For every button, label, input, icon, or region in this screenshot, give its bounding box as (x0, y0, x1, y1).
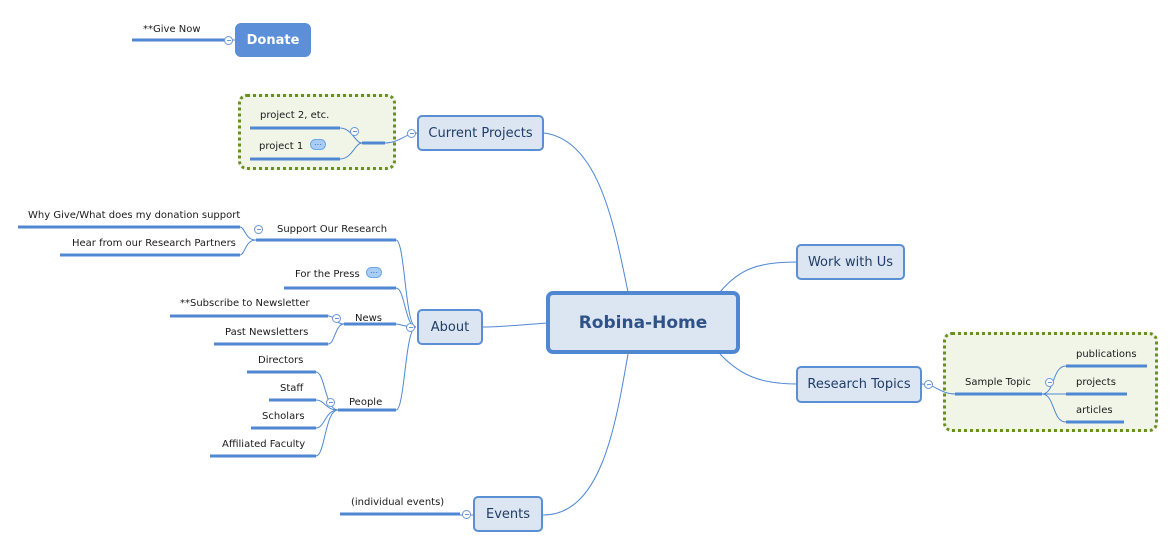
collapse-projects-group-icon[interactable] (350, 127, 359, 136)
projects-topic[interactable]: projects (1076, 377, 1116, 389)
boundary-current-projects[interactable] (238, 94, 396, 170)
research-partners-topic[interactable]: Hear from our Research Partners (72, 238, 236, 250)
link-about-support (395, 239, 417, 328)
project-1-topic[interactable]: project 1 (259, 141, 303, 153)
individual-events-topic[interactable]: (individual events) (351, 497, 444, 509)
current-projects-label: Current Projects (428, 125, 533, 141)
sample-topic[interactable]: Sample Topic (965, 377, 1031, 389)
link-events (542, 353, 629, 516)
connector-lines (18, 38, 1147, 516)
collapse-sample-topic-icon[interactable] (1045, 378, 1054, 387)
collapse-donate-icon[interactable] (224, 36, 233, 45)
link-about (482, 322, 548, 328)
project-1-note-icon[interactable]: … (310, 139, 326, 150)
about-label: About (430, 319, 470, 335)
collapse-news-icon[interactable] (332, 314, 341, 323)
events-topic[interactable]: Events (473, 496, 543, 532)
subscribe-newsletter-topic[interactable]: **Subscribe to Newsletter (180, 298, 310, 310)
collapse-support-icon[interactable] (254, 225, 263, 234)
why-give-topic[interactable]: Why Give/What does my donation support (28, 210, 240, 222)
project-2-topic[interactable]: project 2, etc. (260, 110, 329, 122)
directors-topic[interactable]: Directors (258, 355, 303, 367)
press-note-icon[interactable]: … (366, 267, 382, 278)
research-topics-topic[interactable]: Research Topics (796, 366, 922, 403)
affiliated-faculty-topic[interactable]: Affiliated Faculty (222, 439, 305, 451)
people-topic[interactable]: People (349, 397, 382, 409)
scholars-topic[interactable]: Scholars (262, 411, 305, 423)
collapse-people-icon[interactable] (326, 398, 335, 407)
events-label: Events (485, 506, 530, 522)
donate-topic[interactable]: Donate (235, 23, 311, 57)
about-topic[interactable]: About (417, 309, 483, 345)
past-newsletters-topic[interactable]: Past Newsletters (225, 327, 308, 339)
link-about-people (395, 326, 417, 411)
staff-topic[interactable]: Staff (280, 383, 303, 395)
support-our-research-topic[interactable]: Support Our Research (277, 224, 387, 236)
link-current-projects (543, 132, 629, 293)
research-topics-label: Research Topics (807, 377, 911, 392)
collapse-about-icon[interactable] (406, 323, 415, 332)
link-about-press (395, 287, 417, 328)
link-research-topics (719, 353, 798, 385)
current-projects-topic[interactable]: Current Projects (417, 115, 544, 151)
collapse-current-projects-icon[interactable] (407, 129, 416, 138)
articles-topic[interactable]: articles (1076, 405, 1113, 417)
mind-map-canvas: Robina-Home Donate **Give Now Current Pr… (0, 0, 1175, 549)
link-work-with-us (719, 261, 798, 293)
work-with-us-topic[interactable]: Work with Us (796, 244, 905, 280)
central-topic[interactable]: Robina-Home (546, 291, 740, 354)
for-the-press-topic[interactable]: For the Press (295, 269, 360, 281)
central-topic-label: Robina-Home (578, 312, 708, 333)
work-with-us-label: Work with Us (807, 254, 894, 270)
news-topic[interactable]: News (355, 313, 382, 325)
donate-label: Donate (246, 32, 300, 48)
give-now-topic[interactable]: **Give Now (143, 24, 201, 36)
publications-topic[interactable]: publications (1076, 349, 1137, 361)
collapse-events-icon[interactable] (462, 510, 471, 519)
collapse-research-topics-icon[interactable] (924, 380, 933, 389)
